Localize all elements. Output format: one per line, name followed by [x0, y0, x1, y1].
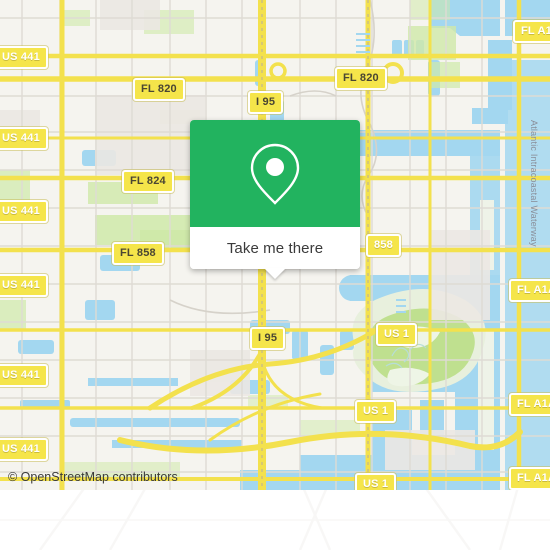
shield-us-1: US 1 [376, 323, 418, 346]
shield-us-441: US 441 [0, 274, 48, 297]
footer-map-watermark [0, 490, 550, 550]
shield-us-1: US 1 [355, 473, 397, 490]
shield-us-441: US 441 [0, 364, 48, 387]
shield-fl-a1a: FL A1A [509, 393, 550, 416]
shield-i-95: I 95 [248, 91, 284, 114]
map-pin-icon [250, 143, 300, 205]
popup-pin-area [190, 120, 360, 227]
map-canvas[interactable]: US 441 US 441 US 441 US 441 US 441 US 44… [0, 0, 550, 490]
shield-fl-a1a: FL A1A [509, 279, 550, 302]
shield-fl-820: FL 820 [335, 67, 387, 90]
osm-attribution[interactable]: © OpenStreetMap contributors [8, 470, 178, 484]
shield-fl-858: FL 858 [112, 242, 164, 265]
shield-fl-a1a: FL A1A [509, 467, 550, 490]
shield-fl-820: FL 820 [133, 78, 185, 101]
shield-fl-a1a: FL A1A [513, 20, 550, 43]
take-me-there-label: Take me there [226, 239, 324, 257]
moovit-map-screen: US 441 US 441 US 441 US 441 US 441 US 44… [0, 0, 550, 550]
shield-us-441: US 441 [0, 46, 48, 69]
footer-bar: 320 Southwest 10th Terrace, Miami moovit [0, 490, 550, 550]
shield-us-441: US 441 [0, 200, 48, 223]
shield-us-441: US 441 [0, 127, 48, 150]
location-popup-card[interactable]: Take me there [190, 120, 360, 279]
shield-fl-824: FL 824 [122, 170, 174, 193]
shield-us-441: US 441 [0, 438, 48, 461]
waterway-label: Atlantic Intracoastal Waterway [529, 120, 539, 247]
popup-action-area[interactable]: Take me there [190, 227, 360, 279]
shield-i-95: I 95 [250, 327, 286, 350]
popup-tail [264, 268, 286, 279]
shield-fl-858-partial: 858 [366, 234, 401, 257]
shield-us-1: US 1 [355, 400, 397, 423]
